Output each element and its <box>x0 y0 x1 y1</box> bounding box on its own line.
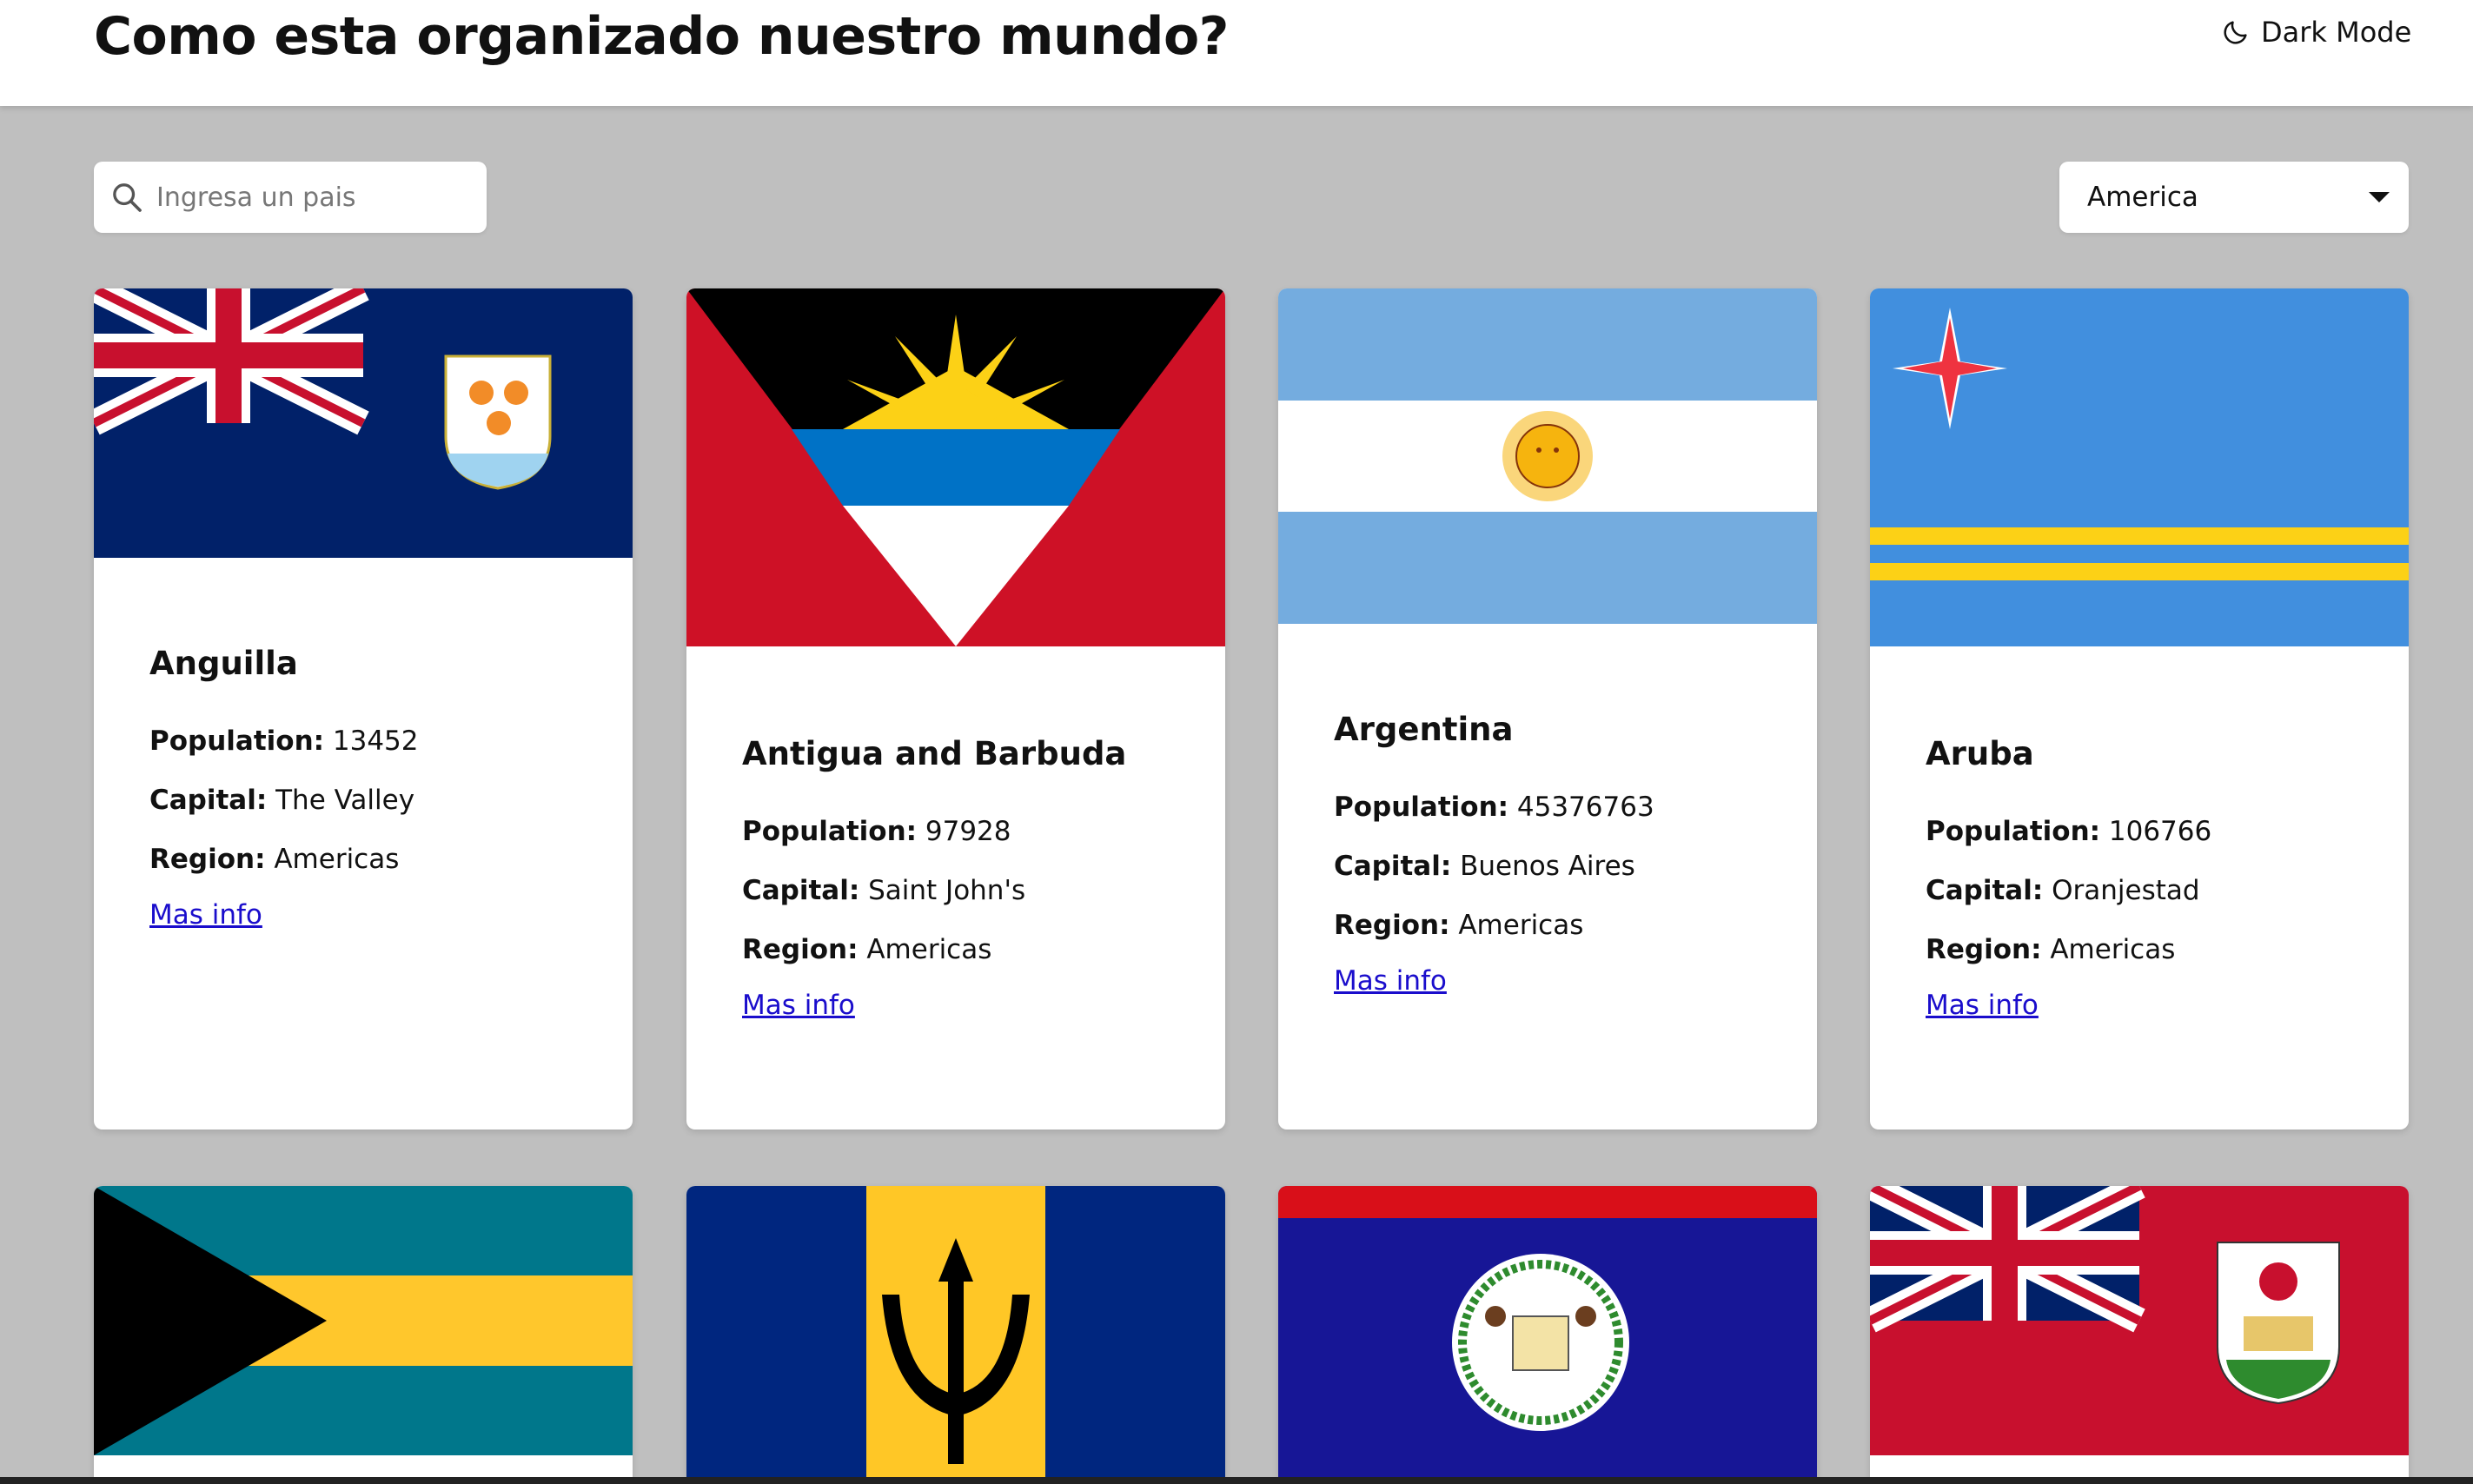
region-row: Region: Americas <box>149 840 577 878</box>
population-label: Population: <box>149 725 325 757</box>
flag-image <box>94 288 633 558</box>
population-row: Population: 106766 <box>1926 812 2353 851</box>
country-name: Argentina <box>1334 711 1514 748</box>
region-label: Region: <box>742 934 859 965</box>
more-info-link[interactable]: Mas info <box>742 990 855 1021</box>
search-icon <box>113 183 142 212</box>
region-value: Americas <box>2050 934 2176 965</box>
capital-value: Saint John's <box>868 875 1026 906</box>
population-value: 13452 <box>332 725 419 757</box>
country-name: Anguilla <box>149 645 298 682</box>
country-card[interactable] <box>1870 1186 2409 1484</box>
population-value: 97928 <box>925 816 1011 847</box>
region-label: Region: <box>1334 910 1450 941</box>
country-card[interactable]: Antigua and Barbuda Population: 97928 Ca… <box>686 288 1225 1130</box>
country-card[interactable] <box>686 1186 1225 1484</box>
capital-label: Capital: <box>1334 851 1452 882</box>
capital-value: Oranjestad <box>2052 875 2200 906</box>
flag-image <box>686 1186 1225 1484</box>
capital-label: Capital: <box>742 875 860 906</box>
bottom-edge <box>0 1477 2473 1484</box>
region-filter-select[interactable]: America <box>2059 162 2409 233</box>
capital-label: Capital: <box>149 785 268 816</box>
flag-image <box>1278 288 1817 624</box>
page-header: Como esta organizado nuestro mundo? Dark… <box>0 0 2473 106</box>
region-label: Region: <box>149 844 266 875</box>
moon-icon <box>2224 21 2247 44</box>
region-value: Americas <box>274 844 400 875</box>
region-filter-value: America <box>2087 182 2198 213</box>
more-info-link[interactable]: Mas info <box>149 899 262 931</box>
population-label: Population: <box>1926 816 2101 847</box>
country-card[interactable]: Anguilla Population: 13452 Capital: The … <box>94 288 633 1130</box>
capital-row: Capital: Saint John's <box>742 871 1170 910</box>
capital-label: Capital: <box>1926 875 2044 906</box>
region-row: Region: Americas <box>742 931 1170 969</box>
more-info-link[interactable]: Mas info <box>1926 990 2039 1021</box>
region-row: Region: Americas <box>1334 906 1761 944</box>
flag-image <box>1278 1186 1817 1484</box>
country-card[interactable] <box>94 1186 633 1484</box>
country-card[interactable]: Aruba Population: 106766 Capital: Oranje… <box>1870 288 2409 1130</box>
population-value: 45376763 <box>1516 792 1654 823</box>
capital-row: Capital: The Valley <box>149 781 577 819</box>
search-box[interactable] <box>94 162 487 233</box>
region-value: Americas <box>866 934 992 965</box>
capital-row: Capital: Buenos Aires <box>1334 847 1761 885</box>
more-info-link[interactable]: Mas info <box>1334 965 1447 997</box>
region-value: Americas <box>1458 910 1584 941</box>
dark-mode-label: Dark Mode <box>2261 16 2412 49</box>
flag-image <box>1870 288 2409 646</box>
country-card[interactable] <box>1278 1186 1817 1484</box>
country-name: Antigua and Barbuda <box>742 735 1127 772</box>
dark-mode-toggle[interactable]: Dark Mode <box>2221 16 2411 49</box>
search-input[interactable] <box>156 182 469 213</box>
capital-row: Capital: Oranjestad <box>1926 871 2353 910</box>
capital-value: The Valley <box>275 785 415 816</box>
country-card[interactable]: Argentina Population: 45376763 Capital: … <box>1278 288 1817 1130</box>
population-row: Population: 97928 <box>742 812 1170 851</box>
country-name: Aruba <box>1926 735 2034 772</box>
flag-image <box>94 1186 633 1455</box>
population-value: 106766 <box>2108 816 2212 847</box>
population-row: Population: 13452 <box>149 722 577 760</box>
flag-image <box>686 288 1225 646</box>
population-label: Population: <box>742 816 918 847</box>
region-row: Region: Americas <box>1926 931 2353 969</box>
population-label: Population: <box>1334 792 1509 823</box>
region-label: Region: <box>1926 934 2042 965</box>
population-row: Population: 45376763 <box>1334 788 1761 826</box>
flag-image <box>1870 1186 2409 1455</box>
capital-value: Buenos Aires <box>1460 851 1635 882</box>
caret-down-icon <box>2369 192 2390 202</box>
page-title: Como esta organizado nuestro mundo? <box>94 6 1230 67</box>
